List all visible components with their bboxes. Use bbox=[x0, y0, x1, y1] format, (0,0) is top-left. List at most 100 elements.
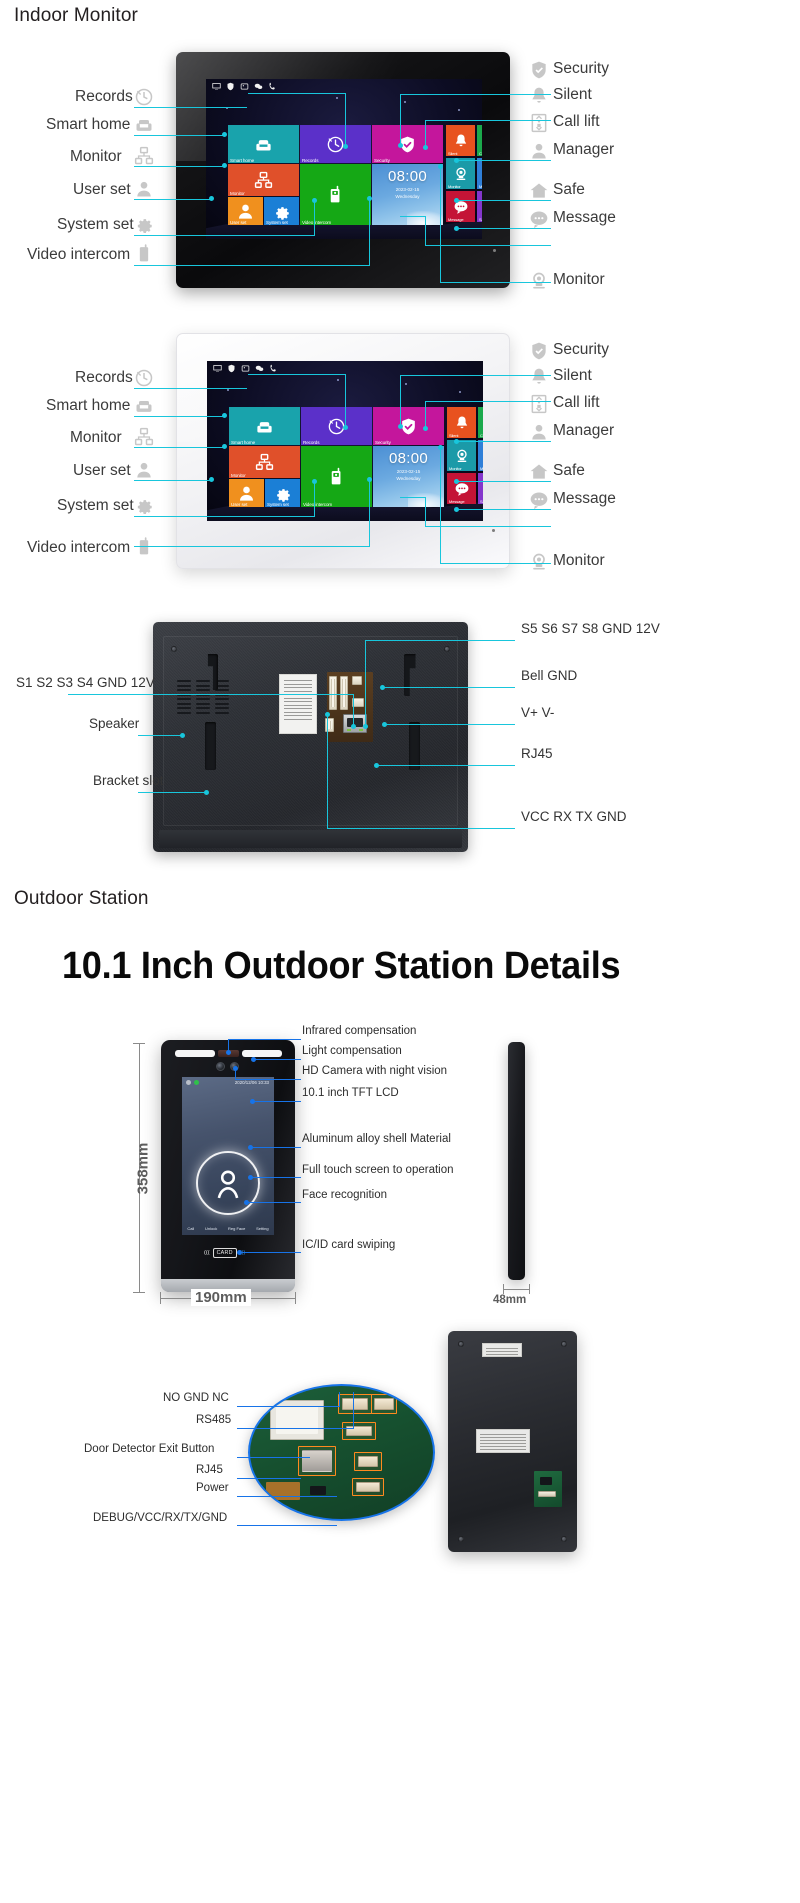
handset-icon bbox=[326, 185, 345, 204]
callout-manager-1: Manager bbox=[553, 141, 615, 158]
pcb-white-inner bbox=[276, 1406, 318, 1434]
highlight-no-gnd-nc bbox=[338, 1394, 372, 1414]
leader-line bbox=[376, 765, 515, 767]
tile-user-set[interactable]: User set bbox=[229, 479, 264, 507]
bell-icon bbox=[528, 366, 550, 388]
callout-s5-s8-gnd-12v: S5 S6 S7 S8 GND 12V bbox=[521, 621, 660, 636]
screen-bottom-menu[interactable]: Call Unlock Reg Face Setting bbox=[182, 1226, 274, 1231]
highlight-power bbox=[354, 1452, 382, 1471]
network-icon bbox=[133, 145, 155, 167]
tile-label: Monitor bbox=[231, 473, 246, 478]
callout-user-set-2: User set bbox=[73, 462, 131, 479]
callout-records-1: Records bbox=[75, 88, 133, 105]
pcb-connector bbox=[538, 1491, 556, 1497]
network-icon bbox=[254, 171, 273, 190]
dimension-cap bbox=[529, 1284, 530, 1294]
tile-system-set[interactable]: System set bbox=[264, 197, 299, 225]
tile-manager-mini[interactable]: Manager bbox=[478, 440, 483, 471]
tile-video-intercom[interactable]: Video intercom bbox=[300, 164, 371, 225]
leader-dot bbox=[374, 763, 379, 768]
leader-dot bbox=[438, 445, 443, 450]
leader-line bbox=[369, 198, 371, 266]
leader-dot bbox=[180, 733, 185, 738]
leader-line bbox=[134, 516, 315, 518]
callout-user-set-1: User set bbox=[73, 181, 131, 198]
tile-message-mini[interactable]: Message bbox=[446, 191, 475, 222]
tile-silent-mini[interactable]: Silent bbox=[447, 407, 476, 438]
leader-dot-blue bbox=[237, 1250, 242, 1255]
light-compensation-right bbox=[242, 1050, 282, 1057]
user-icon bbox=[236, 202, 255, 221]
tile-monitor-mini[interactable]: Monitor bbox=[447, 440, 476, 471]
clock-icon bbox=[326, 135, 345, 154]
leader-dot bbox=[454, 439, 459, 444]
tile-system-set[interactable]: System set bbox=[265, 479, 300, 507]
indoor-monitor-black: Smart home Records Security Monitor Video in… bbox=[176, 52, 510, 288]
bell-icon bbox=[528, 85, 550, 107]
clock-icon bbox=[133, 367, 155, 389]
leader-line bbox=[425, 216, 427, 246]
tile-call-lift-mini[interactable]: Call lift bbox=[478, 407, 483, 438]
leader-line-blue bbox=[239, 1252, 301, 1254]
tile-silent-mini[interactable]: Silent bbox=[446, 125, 475, 156]
tile-monitor-mini[interactable]: Monitor bbox=[446, 158, 475, 189]
tile-message-mini[interactable]: Message bbox=[447, 473, 476, 504]
tile-safe-mini[interactable]: Safe bbox=[478, 473, 483, 504]
highlight-rj45 bbox=[298, 1446, 336, 1476]
lift-icon bbox=[528, 393, 550, 415]
tile-monitor[interactable]: Monitor bbox=[228, 164, 299, 196]
tile-label: Video intercom bbox=[302, 220, 332, 225]
tile-security[interactable]: Security bbox=[373, 407, 444, 445]
callout-manager-2: Manager bbox=[553, 422, 615, 439]
tile-security[interactable]: Security bbox=[372, 125, 443, 163]
tile-records[interactable]: Records bbox=[301, 407, 372, 445]
leader-line bbox=[134, 447, 224, 449]
tile-records[interactable]: Records bbox=[300, 125, 371, 163]
tile-label: Video intercom bbox=[303, 502, 333, 507]
tile-user-set[interactable]: User set bbox=[228, 197, 263, 225]
bell-icon bbox=[453, 133, 469, 149]
menu-item-call[interactable]: Call bbox=[187, 1226, 194, 1231]
handset-icon bbox=[327, 467, 346, 486]
leader-line bbox=[456, 228, 551, 230]
tile-label: Message bbox=[449, 499, 465, 504]
menu-item-unlock[interactable]: Unlock bbox=[205, 1226, 217, 1231]
picture-icon bbox=[240, 83, 249, 90]
tile-monitor[interactable]: Monitor bbox=[229, 446, 300, 478]
tile-safe-mini[interactable]: Safe bbox=[477, 191, 482, 222]
tile-call-lift-mini[interactable]: Call lift bbox=[477, 125, 482, 156]
leader-dot bbox=[209, 477, 214, 482]
menu-item-setting[interactable]: Setting bbox=[256, 1226, 268, 1231]
callout-rs485: RS485 bbox=[196, 1414, 232, 1426]
leader-line bbox=[425, 401, 551, 403]
handset-icon bbox=[133, 242, 155, 264]
menu-item-reg-face[interactable]: Reg Face bbox=[228, 1226, 245, 1231]
tile-manager-mini[interactable]: Manager bbox=[477, 158, 482, 189]
indoor-monitor-back-panel bbox=[153, 622, 468, 852]
connector-s5-s8 bbox=[340, 676, 348, 710]
tile-label: Records bbox=[303, 440, 320, 445]
leader-line bbox=[134, 166, 224, 168]
leader-line bbox=[425, 497, 427, 527]
leader-line-blue bbox=[228, 1039, 301, 1041]
leader-line bbox=[425, 526, 551, 528]
callout-face-recognition: Face recognition bbox=[302, 1189, 388, 1201]
network-icon bbox=[255, 453, 274, 472]
star-dot bbox=[336, 97, 338, 99]
dimension-height-label: 358mm bbox=[134, 1142, 152, 1195]
callout-silent-2: Silent bbox=[553, 367, 592, 384]
tile-smart-home[interactable]: Smart home bbox=[228, 125, 299, 163]
camera-icon bbox=[528, 551, 550, 573]
tile-video-intercom[interactable]: Video intercom bbox=[301, 446, 372, 507]
star-dot bbox=[404, 101, 406, 103]
leader-line bbox=[425, 401, 427, 429]
network-icon bbox=[133, 426, 155, 448]
bracket-slot-left bbox=[205, 722, 216, 770]
callout-ic-id-card-swiping: IC/ID card swiping bbox=[302, 1239, 396, 1251]
callout-bracket-slot: Bracket slot bbox=[93, 773, 164, 788]
shield-status-icon bbox=[227, 82, 234, 91]
tile-smart-home[interactable]: Smart home bbox=[229, 407, 300, 445]
leader-line bbox=[134, 135, 224, 137]
callout-monitor-1: Monitor bbox=[70, 148, 122, 165]
clock-date: 2023-02-15 bbox=[396, 469, 421, 474]
